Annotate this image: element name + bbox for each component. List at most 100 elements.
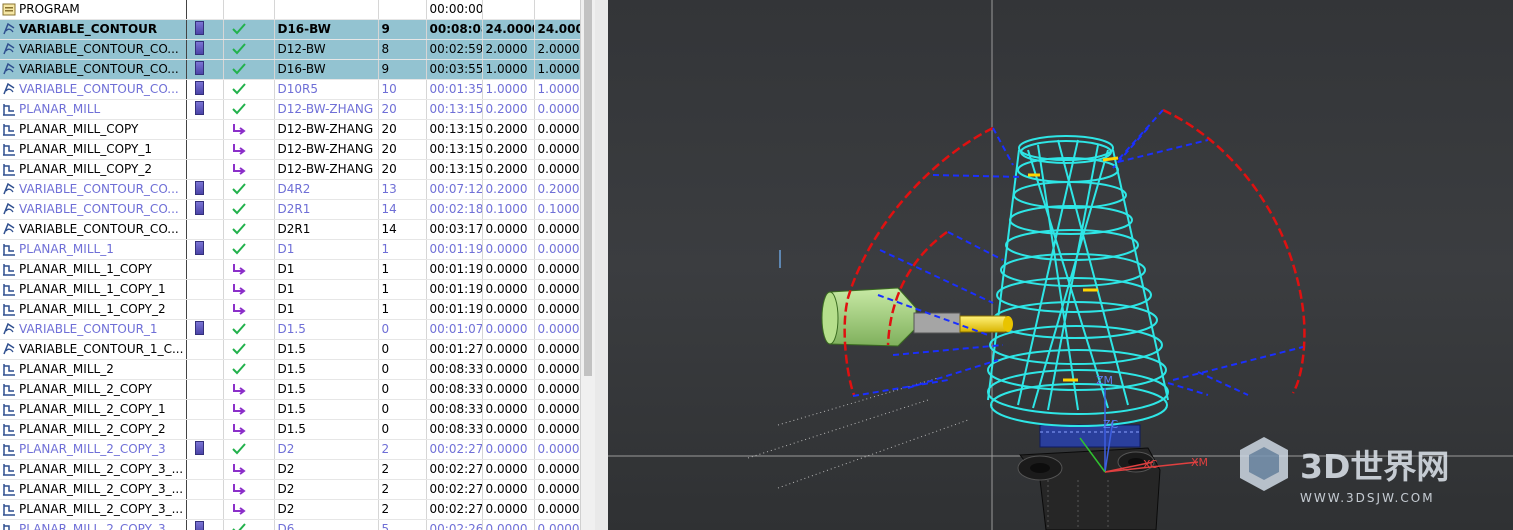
operation-row[interactable]: PLANAR_MILL_1_COPY_2 D1 1 00:01:19 0.0000 0.0… — [0, 299, 580, 320]
operation-name-cell[interactable]: VARIABLE_CONTOUR_1 — [0, 319, 187, 340]
stock-cell: 0.0000 — [482, 379, 535, 400]
operation-name-cell[interactable]: PLANAR_MILL_1 — [0, 239, 187, 260]
operation-name-cell[interactable]: PLANAR_MILL_COPY — [0, 119, 187, 140]
scrollbar-thumb[interactable] — [584, 0, 592, 376]
floor-stock-cell: 0.0000 — [534, 339, 580, 360]
stock-cell: 1.0000 — [482, 59, 535, 80]
operation-name-cell[interactable]: PLANAR_MILL_2_COPY_3 — [0, 439, 187, 460]
stock-cell: 0.0000 — [482, 439, 535, 460]
contour-op-icon — [2, 82, 19, 96]
operation-name-cell[interactable]: PLANAR_MILL_1_COPY_2 — [0, 299, 187, 320]
operation-name-cell[interactable]: VARIABLE_CONTOUR — [0, 19, 187, 40]
status-cell — [223, 519, 275, 530]
operation-row[interactable]: PLANAR_MILL_2_COPY D1.5 0 00:08:33 0.0000 0.0… — [0, 379, 580, 400]
lock-icon — [194, 61, 204, 75]
tool-cell: D2 — [274, 459, 379, 480]
lock-cell — [186, 139, 224, 160]
operation-row[interactable]: VARIABLE_CONTOUR_CO... D16-BW 9 00:03:55 1.0… — [0, 59, 580, 80]
navigator-scrollbar[interactable] — [580, 0, 595, 530]
lock-icon — [194, 41, 204, 55]
tool-number-cell: 8 — [378, 39, 427, 60]
planar-op-icon — [2, 522, 19, 530]
floor-stock-cell: 24.000 — [534, 19, 580, 40]
operation-name-cell[interactable]: PLANAR_MILL_2_COPY_3_... — [0, 479, 187, 500]
operation-row[interactable]: PLANAR_MILL_2_COPY_1 D1.5 0 00:08:33 0.0000 0… — [0, 399, 580, 420]
panel-divider[interactable] — [595, 0, 609, 530]
operation-row[interactable]: VARIABLE_CONTOUR D16-BW900:08:0824.000024… — [0, 19, 580, 40]
status-cell — [223, 459, 275, 480]
operation-name-cell[interactable]: VARIABLE_CONTOUR_CO... — [0, 59, 187, 80]
operation-row[interactable]: PLANAR_MILL_2_COPY_3_... D2 2 00:02:27 0.000… — [0, 459, 580, 480]
operation-name-cell[interactable]: PLANAR_MILL_2_COPY — [0, 379, 187, 400]
operation-row[interactable]: PLANAR_MILL_2_COPY_3 D2 2 00:02:27 0.0000 0.0… — [0, 439, 580, 460]
operation-row[interactable]: VARIABLE_CONTOUR_CO... D12-BW 8 00:02:59 2.0… — [0, 39, 580, 60]
operation-name-cell[interactable]: PLANAR_MILL_2_COPY_1 — [0, 399, 187, 420]
operation-row[interactable]: PLANAR_MILL_1 D1 1 00:01:19 0.0000 0.0000 — [0, 239, 580, 260]
operation-row[interactable]: PLANAR_MILL_2_COPY_2 D1.5 0 00:08:33 0.0000 0… — [0, 419, 580, 440]
floor-stock-cell: 0.2000 — [534, 179, 580, 200]
lock-cell — [186, 519, 224, 530]
operation-name-cell[interactable]: PLANAR_MILL_2_COPY_3_... — [0, 459, 187, 480]
tool-cell: D6 — [274, 519, 379, 530]
operation-name-cell[interactable]: PLANAR_MILL — [0, 99, 187, 120]
operation-name-cell[interactable]: VARIABLE_CONTOUR_CO... — [0, 39, 187, 60]
operation-row[interactable]: PLANAR_MILL_2_COPY_3_... D2 2 00:02:27 0.000… — [0, 479, 580, 500]
operation-row[interactable]: VARIABLE_CONTOUR_CO... D2R1 14 00:03:17 0.00… — [0, 219, 580, 240]
regenerate-arrow-icon — [227, 142, 247, 156]
floor-stock-cell: 2.0000 — [534, 39, 580, 60]
operation-row[interactable]: VARIABLE_CONTOUR_CO... D2R1 14 00:02:18 0.10… — [0, 199, 580, 220]
status-cell — [223, 419, 275, 440]
status-cell — [223, 279, 275, 300]
operation-row[interactable]: PLANAR_MILL_COPY D12-BW-ZHANG 20 00:13:15 0.… — [0, 119, 580, 140]
status-cell — [223, 59, 275, 80]
stock-cell: 2.0000 — [482, 39, 535, 60]
stock-cell: 1.0000 — [482, 79, 535, 100]
operation-name-cell[interactable]: PLANAR_MILL_2 — [0, 359, 187, 380]
operation-name-cell[interactable]: PLANAR_MILL_1_COPY_1 — [0, 279, 187, 300]
operation-name-cell[interactable]: PLANAR_MILL_2_COPY_3 — [0, 519, 187, 530]
operation-name-cell[interactable]: PROGRAM — [0, 0, 187, 20]
operation-name-cell[interactable]: PLANAR_MILL_1_COPY — [0, 259, 187, 280]
operation-name-cell[interactable]: VARIABLE_CONTOUR_CO... — [0, 219, 187, 240]
operation-row[interactable]: PLANAR_MILL_COPY_2 D12-BW-ZHANG 20 00:13:15… — [0, 159, 580, 180]
tool-number-cell — [378, 0, 427, 20]
lock-icon — [194, 181, 204, 195]
tool-cell: D1.5 — [274, 339, 379, 360]
operation-row[interactable]: PLANAR_MILL_2_COPY_3 D6 5 00:02:26 0.0000 0.0… — [0, 519, 580, 530]
operation-name-cell[interactable]: PLANAR_MILL_2_COPY_3_... — [0, 499, 187, 520]
graphics-viewport[interactable]: ZM ZC XC XM 3D世界网 WWW.3DSJW.COM — [608, 0, 1513, 530]
time-cell: 00:01:19 — [426, 259, 483, 280]
operation-name-cell[interactable]: VARIABLE_CONTOUR_CO... — [0, 199, 187, 220]
operation-row[interactable]: PLANAR_MILL_1_COPY D1 1 00:01:19 0.0000 0.000… — [0, 259, 580, 280]
operation-row[interactable]: PROGRAM 00:00:00 — [0, 0, 580, 20]
operation-row[interactable]: PLANAR_MILL_COPY_1 D12-BW-ZHANG 20 00:13:15… — [0, 139, 580, 160]
operation-row[interactable]: VARIABLE_CONTOUR_CO... D4R2 13 00:07:12 0.20… — [0, 179, 580, 200]
operation-name: VARIABLE_CONTOUR_CO... — [19, 182, 179, 196]
operation-row[interactable]: PLANAR_MILL_2 D1.5 0 00:08:33 0.0000 0.0000 — [0, 359, 580, 380]
lock-cell — [186, 179, 224, 200]
stock-cell: 0.2000 — [482, 159, 535, 180]
operation-name: VARIABLE_CONTOUR_CO... — [19, 82, 179, 96]
operation-row[interactable]: PLANAR_MILL D12-BW-ZHANG 20 00:13:15 0.2000 0… — [0, 99, 580, 120]
operation-name-cell[interactable]: PLANAR_MILL_2_COPY_2 — [0, 419, 187, 440]
tool-cell: D1 — [274, 259, 379, 280]
operation-row[interactable]: VARIABLE_CONTOUR_CO... D10R5 10 00:01:35 1.0… — [0, 79, 580, 100]
operation-name-cell[interactable]: PLANAR_MILL_COPY_1 — [0, 139, 187, 160]
operation-row[interactable]: VARIABLE_CONTOUR_1 D1.5 0 00:01:07 0.0000 0.0… — [0, 319, 580, 340]
status-cell — [223, 239, 275, 260]
operation-name-cell[interactable]: VARIABLE_CONTOUR_CO... — [0, 179, 187, 200]
status-cell — [223, 439, 275, 460]
lock-cell — [186, 199, 224, 220]
operation-name-cell[interactable]: VARIABLE_CONTOUR_1_C... — [0, 339, 187, 360]
operation-name-cell[interactable]: VARIABLE_CONTOUR_CO... — [0, 79, 187, 100]
tool-cell: D1 — [274, 299, 379, 320]
operation-name-cell[interactable]: PLANAR_MILL_COPY_2 — [0, 159, 187, 180]
time-cell: 00:01:35 — [426, 79, 483, 100]
operation-row[interactable]: PLANAR_MILL_1_COPY_1 D1 1 00:01:19 0.0000 0.0… — [0, 279, 580, 300]
program-icon — [2, 2, 19, 16]
operation-row[interactable]: PLANAR_MILL_2_COPY_3_... D2 2 00:02:27 0.000… — [0, 499, 580, 520]
operation-name: PLANAR_MILL — [19, 102, 101, 116]
floor-stock-cell: 0.0000 — [534, 279, 580, 300]
tool-cell: D16-BW — [274, 59, 379, 80]
operation-row[interactable]: VARIABLE_CONTOUR_1_C... D1.5 0 00:01:27 0.00… — [0, 339, 580, 360]
